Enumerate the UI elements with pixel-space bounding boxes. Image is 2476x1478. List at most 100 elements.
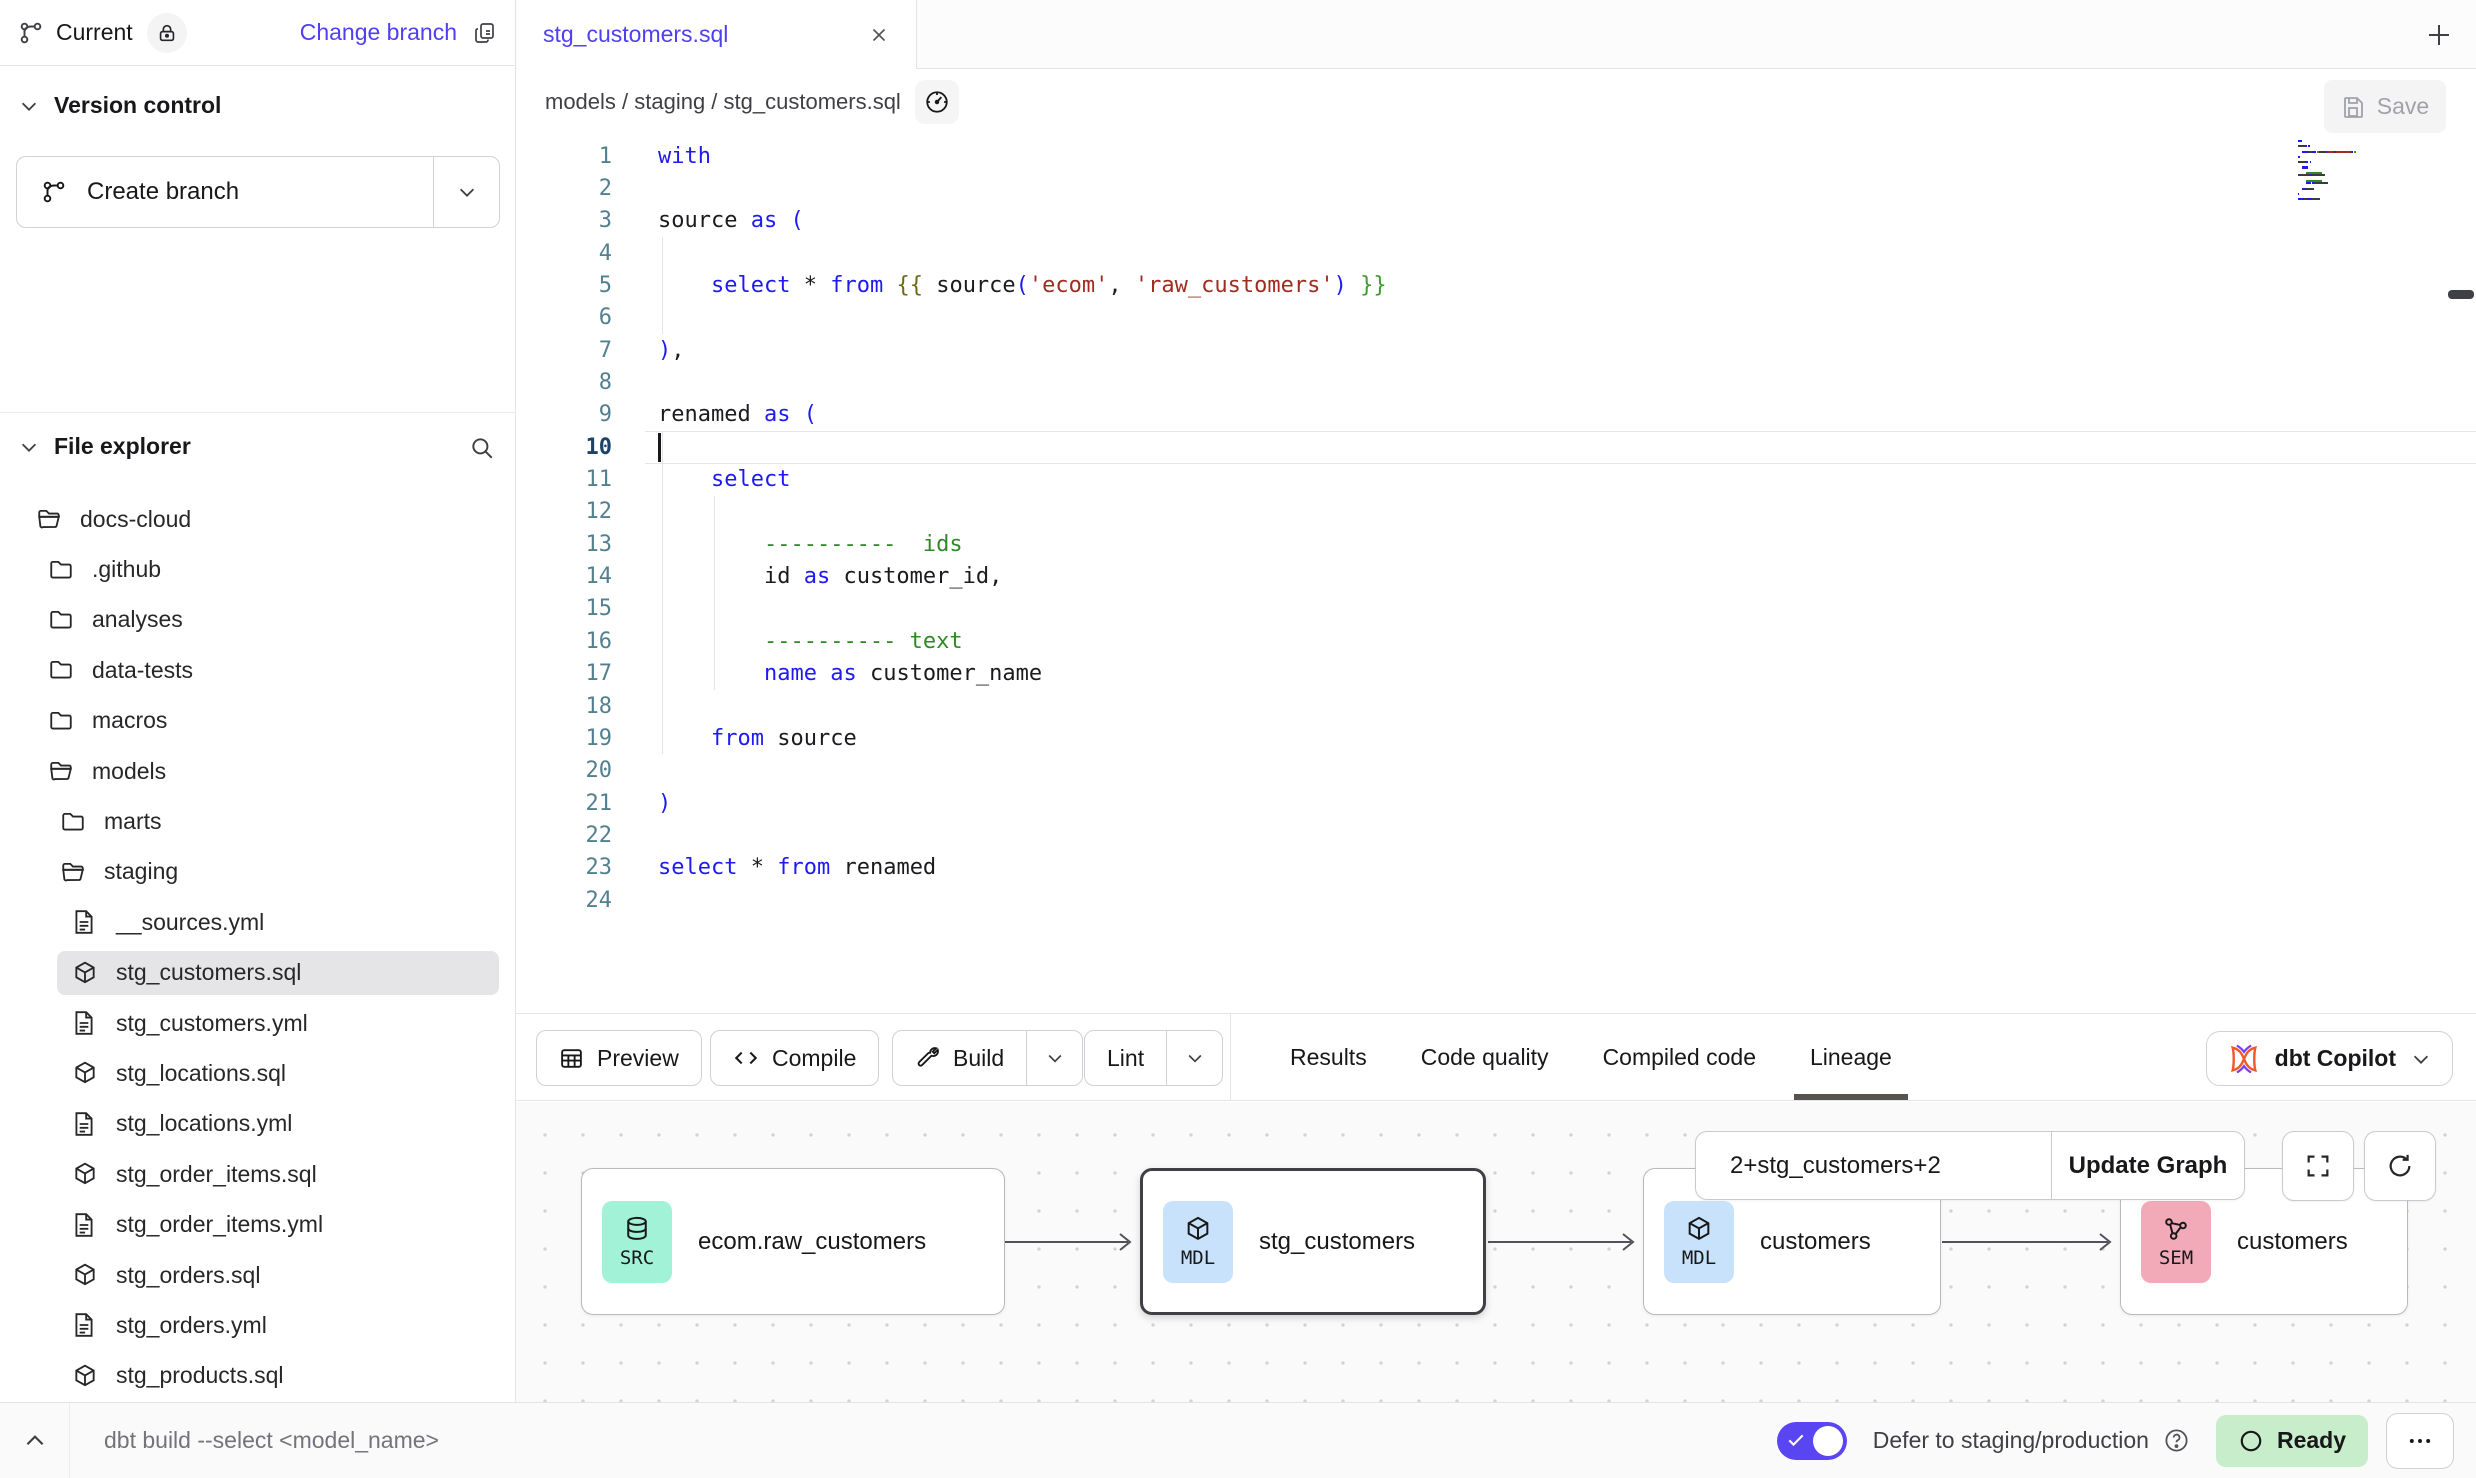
line-number: 13: [516, 532, 612, 557]
code-line-15[interactable]: 15: [516, 593, 2476, 625]
tab-compiled-code[interactable]: Compiled code: [1603, 1014, 1756, 1100]
code-line-16[interactable]: 16 ---------- text: [516, 625, 2476, 657]
lineage-selector-input[interactable]: 2+stg_customers+2: [1696, 1132, 2051, 1199]
tab-results[interactable]: Results: [1290, 1014, 1367, 1100]
file-item-.github[interactable]: .github: [0, 544, 515, 594]
file-model-icon: [72, 960, 98, 986]
code-line-20[interactable]: 20: [516, 755, 2476, 787]
expand-panel-button[interactable]: [0, 1403, 70, 1478]
code-line-19[interactable]: 19 from source: [516, 722, 2476, 754]
code-line-12[interactable]: 12: [516, 496, 2476, 528]
code-text: from source: [658, 726, 857, 751]
code-line-1[interactable]: 1with: [516, 140, 2476, 172]
file-explorer-header[interactable]: File explorer: [0, 433, 515, 460]
file-item-stg_products.sql[interactable]: stg_products.sql: [0, 1351, 515, 1401]
file-item-analyses[interactable]: analyses: [0, 595, 515, 645]
file-name: .github: [92, 556, 161, 583]
new-tab-button[interactable]: [2420, 16, 2458, 54]
status-badge[interactable]: Ready: [2216, 1415, 2368, 1467]
wrench-icon: [915, 1046, 940, 1071]
file-item-stg_customers.sql[interactable]: stg_customers.sql: [0, 948, 515, 998]
folder-icon: [48, 708, 74, 734]
file-item-stg_locations.yml[interactable]: stg_locations.yml: [0, 1099, 515, 1149]
file-item-stg_orders.yml[interactable]: stg_orders.yml: [0, 1300, 515, 1350]
command-input[interactable]: dbt build --select <model_name>: [104, 1427, 439, 1454]
code-line-3[interactable]: 3source as (: [516, 205, 2476, 237]
cube-icon: [1184, 1215, 1212, 1243]
folder-open-icon: [36, 506, 62, 532]
close-icon[interactable]: [868, 24, 890, 46]
preview-button[interactable]: Preview: [536, 1030, 702, 1086]
compile-button[interactable]: Compile: [710, 1030, 879, 1086]
code-text: name as customer_name: [658, 661, 1042, 686]
source-badge: SRC: [602, 1201, 672, 1283]
file-yml-icon: [72, 1212, 98, 1238]
node-label: ecom.raw_customers: [698, 1228, 956, 1256]
code-line-6[interactable]: 6: [516, 302, 2476, 334]
code-line-11[interactable]: 11 select: [516, 463, 2476, 495]
save-button[interactable]: Save: [2324, 80, 2446, 133]
code-line-4[interactable]: 4: [516, 237, 2476, 269]
code-line-24[interactable]: 24: [516, 884, 2476, 916]
tab-lineage[interactable]: Lineage: [1810, 1014, 1892, 1100]
file-item-marts[interactable]: marts: [0, 796, 515, 846]
code-line-23[interactable]: 23select * from renamed: [516, 852, 2476, 884]
node-label: customers: [2237, 1228, 2378, 1256]
line-number: 3: [516, 208, 612, 233]
lint-dropdown[interactable]: [1166, 1031, 1222, 1085]
fullscreen-button[interactable]: [2282, 1131, 2354, 1201]
code-line-8[interactable]: 8: [516, 366, 2476, 398]
code-line-13[interactable]: 13 ---------- ids: [516, 528, 2476, 560]
code-line-17[interactable]: 17 name as customer_name: [516, 658, 2476, 690]
scrollbar-thumb[interactable]: [2448, 290, 2474, 299]
version-control-header[interactable]: Version control: [0, 92, 515, 119]
file-item-macros[interactable]: macros: [0, 696, 515, 746]
file-tree: docs-cloud .github analysesdata-testsmacro…: [0, 494, 515, 1401]
lineage-node-source[interactable]: SRC ecom.raw_customers: [581, 1168, 1005, 1315]
lineage-panel[interactable]: SRC ecom.raw_customers MDL stg_customers…: [516, 1102, 2476, 1402]
create-branch-button[interactable]: Create branch: [16, 156, 500, 228]
build-dropdown[interactable]: [1026, 1031, 1082, 1085]
model-badge: MDL: [1163, 1201, 1233, 1283]
code-line-2[interactable]: 2: [516, 172, 2476, 204]
file-item-stg_customers.yml[interactable]: stg_customers.yml: [0, 998, 515, 1048]
file-item-stg_order_items.yml[interactable]: stg_order_items.yml: [0, 1199, 515, 1249]
search-icon[interactable]: [469, 435, 495, 461]
code-line-10[interactable]: 10: [516, 431, 2476, 463]
code-line-7[interactable]: 7),: [516, 334, 2476, 366]
tab-stg-customers-sql[interactable]: stg_customers.sql: [517, 0, 917, 69]
code-line-22[interactable]: 22: [516, 819, 2476, 851]
code-line-18[interactable]: 18: [516, 690, 2476, 722]
chevron-down-icon: [18, 95, 40, 117]
code-icon: [733, 1045, 759, 1071]
code-editor[interactable]: 1with23source as (45 select * from {{ so…: [516, 134, 2476, 1013]
build-button[interactable]: Build: [892, 1030, 1083, 1086]
gauge-icon[interactable]: [915, 80, 959, 124]
lineage-node-stg-customers[interactable]: MDL stg_customers: [1140, 1168, 1486, 1315]
tab-code-quality[interactable]: Code quality: [1421, 1014, 1549, 1100]
file-item-__sources.yml[interactable]: __sources.yml: [0, 897, 515, 947]
file-item-staging[interactable]: staging: [0, 847, 515, 897]
lint-button[interactable]: Lint: [1084, 1030, 1223, 1086]
file-item-stg_order_items.sql[interactable]: stg_order_items.sql: [0, 1149, 515, 1199]
file-item-data-tests[interactable]: data-tests: [0, 645, 515, 695]
minimap[interactable]: [2298, 140, 2410, 203]
defer-toggle[interactable]: [1777, 1422, 1847, 1460]
copy-icon[interactable]: [473, 21, 497, 45]
refresh-button[interactable]: [2364, 1131, 2436, 1201]
code-line-5[interactable]: 5 select * from {{ source('ecom', 'raw_c…: [516, 269, 2476, 301]
code-line-21[interactable]: 21): [516, 787, 2476, 819]
update-graph-button[interactable]: Update Graph: [2051, 1132, 2244, 1199]
create-branch-dropdown[interactable]: [433, 157, 499, 227]
dbt-copilot-button[interactable]: dbt Copilot: [2206, 1031, 2453, 1086]
file-item-stg_orders.sql[interactable]: stg_orders.sql: [0, 1250, 515, 1300]
change-branch-link[interactable]: Change branch: [300, 19, 457, 46]
file-item-docs-cloud[interactable]: docs-cloud: [0, 494, 515, 544]
file-item-stg_locations.sql[interactable]: stg_locations.sql: [0, 1048, 515, 1098]
more-options-button[interactable]: [2386, 1413, 2454, 1469]
help-icon[interactable]: [2163, 1427, 2190, 1454]
file-name: stg_locations.sql: [116, 1060, 286, 1087]
code-line-14[interactable]: 14 id as customer_id,: [516, 560, 2476, 592]
file-item-models[interactable]: models: [0, 746, 515, 796]
code-line-9[interactable]: 9renamed as (: [516, 399, 2476, 431]
